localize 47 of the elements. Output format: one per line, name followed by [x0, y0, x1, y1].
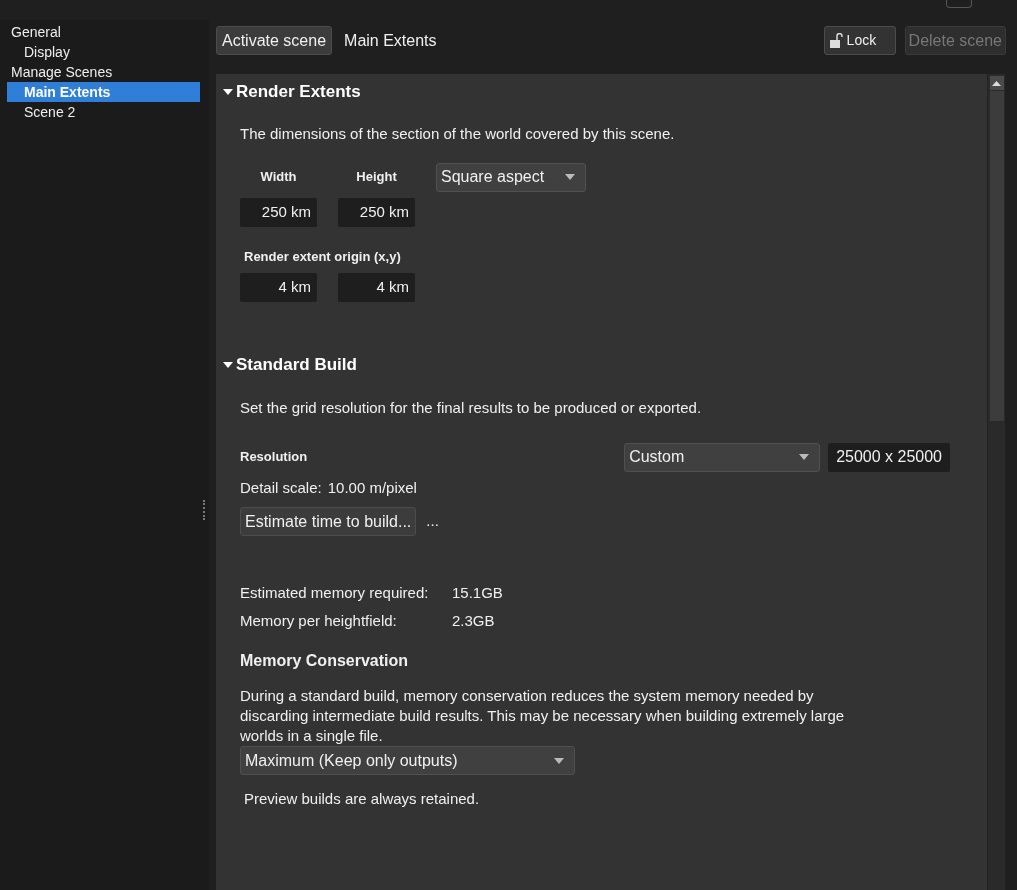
field-label: Render extent origin (x,y): [244, 247, 401, 266]
dropdown-arrow-icon: [565, 174, 575, 180]
collapse-triangle-icon[interactable]: [223, 362, 233, 368]
sidebar-item[interactable]: Main Extents: [7, 82, 200, 102]
section-description: The dimensions of the section of the world covered by this scene.: [240, 124, 676, 144]
dropdown-arrow-icon: [554, 757, 564, 764]
resolution-field[interactable]: 25000 x 25000: [828, 442, 950, 472]
number-field[interactable]: 250 km: [240, 197, 317, 227]
memory-value: 15.1GB: [452, 582, 503, 603]
subsection-title: Memory Conservation: [240, 651, 409, 671]
scroll-up-button[interactable]: [989, 76, 1004, 90]
sidebar-item[interactable]: General: [7, 22, 200, 42]
scene-name-label: Main Extents: [344, 30, 437, 51]
number-field[interactable]: 250 km: [338, 197, 415, 227]
scrollbar-thumb[interactable]: [989, 91, 1004, 421]
aspect-dropdown[interactable]: Square aspect: [436, 162, 586, 192]
sidebar-item[interactable]: Display: [7, 42, 200, 62]
window-control-button[interactable]: [946, 0, 972, 8]
up-arrow-icon: [992, 80, 1001, 86]
conservation-description: During a standard build, memory conservation reduces the system memory needed by discarding intermediate build results. This may be necessary when building extremely large worlds in a single file.: [240, 686, 846, 746]
memory-label: Estimated memory required:: [240, 582, 430, 603]
estimate-result: ...: [426, 511, 439, 532]
preview-note: Preview builds are always retained.: [244, 789, 480, 809]
field-label: Height: [355, 168, 398, 187]
section-title[interactable]: Standard Build: [236, 352, 357, 378]
unlocked-padlock-icon: [828, 32, 843, 49]
scrollbar[interactable]: [987, 74, 1005, 890]
memory-conservation-dropdown[interactable]: Maximum (Keep only outputs): [240, 746, 575, 775]
detail-scale-label: Detail scale:: [240, 477, 322, 498]
field-label: Width: [259, 168, 298, 187]
detail-scale-value: 10.00 m/pixel: [327, 477, 417, 498]
section-description: Set the grid resolution for the final results to be produced or exported.: [240, 398, 703, 418]
splitter-handle[interactable]: [203, 500, 206, 520]
sidebar-item[interactable]: Scene 2: [7, 102, 200, 122]
resolution-dropdown[interactable]: Custom: [624, 442, 821, 472]
number-field[interactable]: 4 km: [338, 273, 415, 302]
memory-value: 2.3GB: [452, 610, 495, 631]
collapse-triangle-icon[interactable]: [223, 89, 233, 95]
field-label: Resolution: [240, 448, 308, 467]
sidebar-item[interactable]: Manage Scenes: [7, 62, 200, 82]
section-title[interactable]: Render Extents: [236, 79, 361, 105]
memory-label: Memory per heightfield:: [240, 610, 398, 631]
dropdown-arrow-icon: [799, 454, 810, 460]
lock-button[interactable]: Lock: [823, 26, 896, 55]
activate-scene-button[interactable]: Activate scene: [216, 26, 333, 55]
estimate-time-button[interactable]: Estimate time to build...: [240, 507, 417, 536]
number-field[interactable]: 4 km: [240, 273, 317, 302]
